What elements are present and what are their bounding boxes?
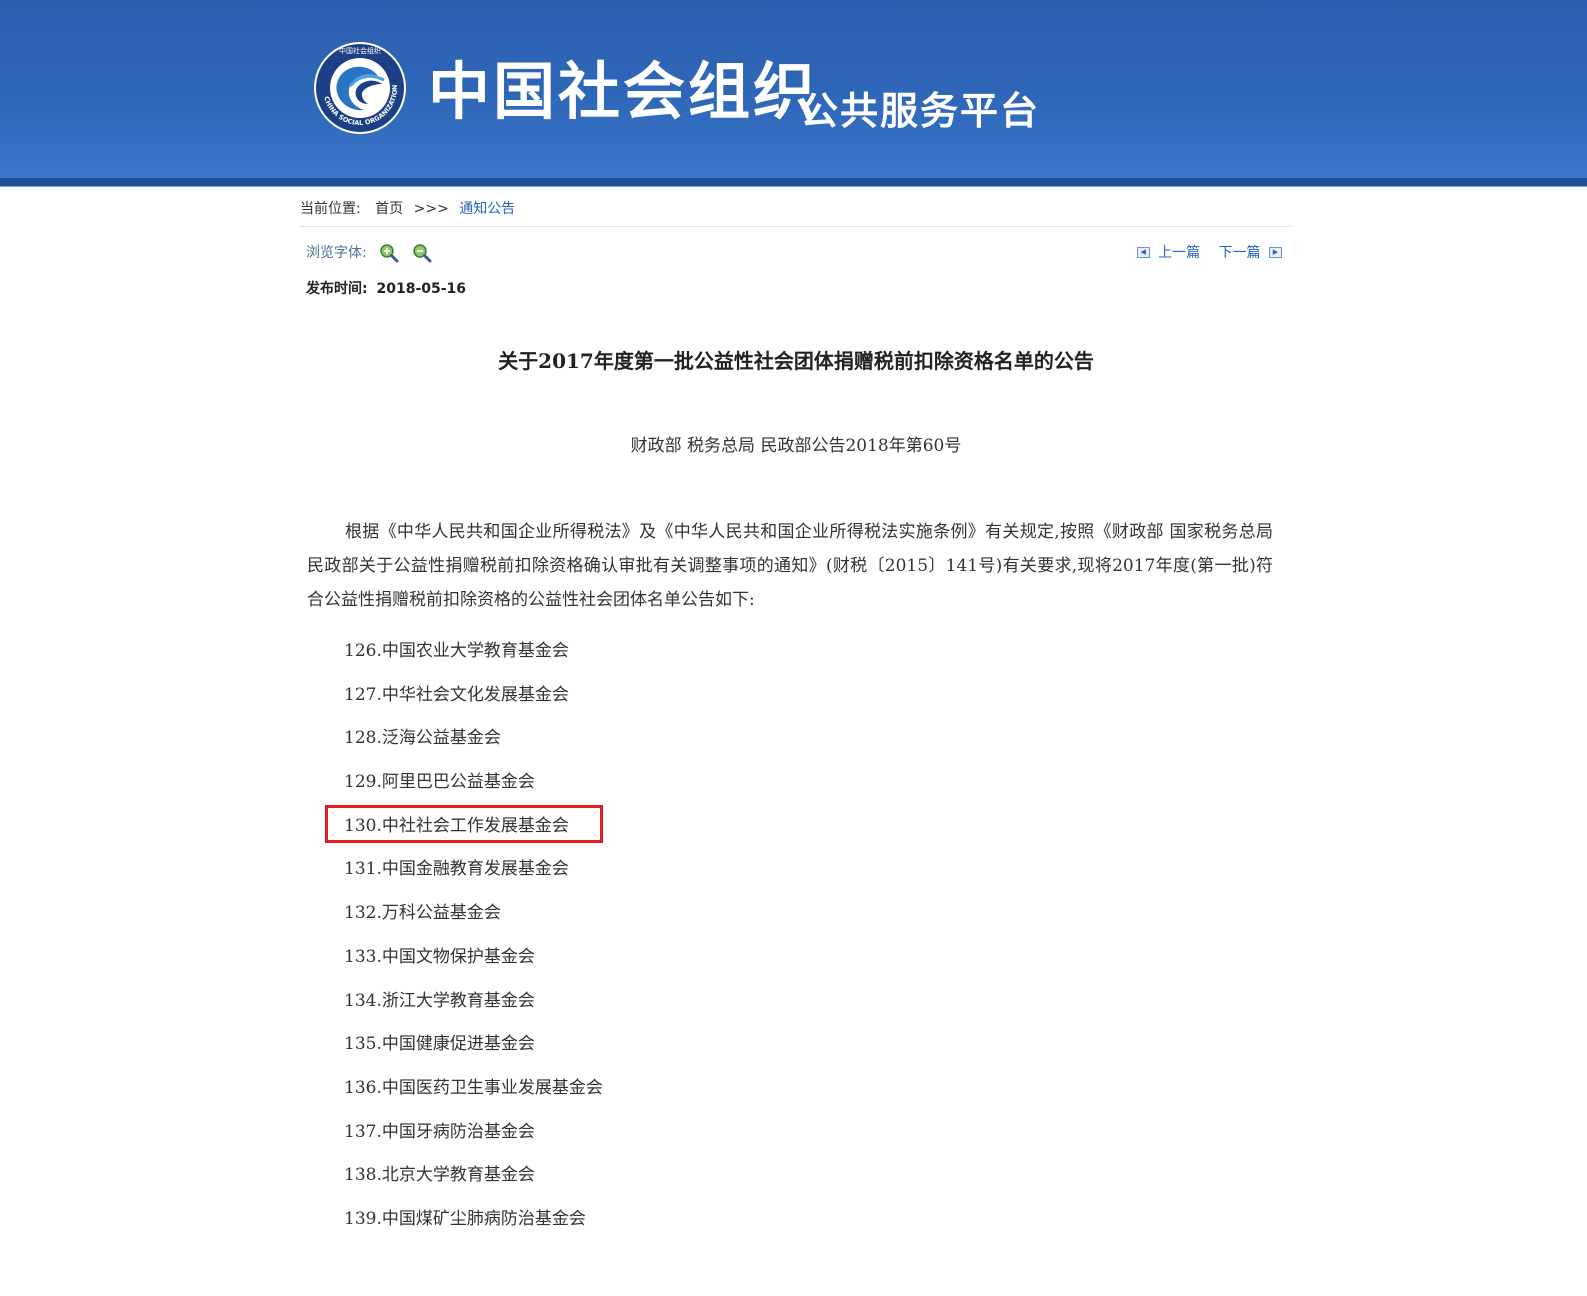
list-item: 137.中国牙病防治基金会	[344, 1121, 535, 1142]
prev-arrow-icon[interactable]: ◀	[1136, 246, 1150, 258]
list-item: 126.中国农业大学教育基金会	[344, 641, 569, 661]
article-title: 关于2017年度第一批公益性社会团体捐赠税前扣除资格名单的公告	[498, 349, 1094, 373]
list-item: 134.浙江大学教育基金会	[344, 990, 535, 1011]
list-item: 133.中国文物保护基金会	[344, 946, 535, 967]
breadcrumb-current-link[interactable]: 通知公告	[459, 201, 515, 217]
list-item: 131.中国金融教育发展基金会	[344, 859, 569, 880]
list-item: 128.泛海公益基金会	[344, 728, 501, 749]
organization-list: 126.中国农业大学教育基金会 127.中华社会文化发展基金会 128.泛海公益…	[344, 632, 603, 1244]
logo-arc-text: 中国社会组织	[339, 46, 381, 55]
next-article-link[interactable]: 下一篇	[1219, 245, 1261, 261]
china-social-organization-logo: CHINA SOCIAL ORGANIZATION 中国社会组织	[314, 42, 406, 134]
breadcrumb-home-link[interactable]: 首页	[375, 201, 403, 217]
brand-title: 中国社会组织	[428, 55, 819, 128]
publish-time-value: 2018-05-16	[376, 281, 467, 297]
list-item: 127.中华社会文化发展基金会	[344, 684, 569, 705]
zoom-in-icon[interactable]	[379, 243, 399, 263]
brand-subtitle: 公共服务平台	[800, 89, 1041, 133]
header-banner: CHINA SOCIAL ORGANIZATION 中国社会组织 中国社会组织 …	[0, 0, 1587, 178]
list-item: 132.万科公益基金会	[344, 903, 501, 924]
publish-time-label: 发布时间:	[306, 281, 368, 297]
font-size-label: 浏览字体:	[306, 245, 367, 261]
zoom-out-icon[interactable]	[412, 243, 432, 263]
breadcrumb-label: 当前位置:	[300, 201, 361, 217]
list-item: 138.北京大学教育基金会	[344, 1165, 535, 1186]
banner-divider	[0, 178, 1587, 187]
breadcrumb-separator: >>>	[413, 201, 449, 217]
list-item: 139.中国煤矿尘肺病防治基金会	[344, 1208, 586, 1229]
next-arrow-icon[interactable]: ▶	[1269, 246, 1282, 258]
article-intro: 根据《中华人民共和国企业所得税法》及《中华人民共和国企业所得税法实施条例》有关规…	[307, 522, 1273, 610]
article-pager: ◀ 上一篇 下一篇 ▶	[1136, 240, 1282, 266]
list-item: 136.中国医药卫生事业发展基金会	[344, 1077, 603, 1098]
list-item: 130.中社社会工作发展基金会	[344, 815, 569, 836]
publish-time: 发布时间: 2018-05-16	[306, 278, 466, 300]
list-item: 129.阿里巴巴公益基金会	[344, 772, 535, 793]
font-size-tools: 浏览字体:	[306, 240, 432, 266]
document-number: 财政部 税务总局 民政部公告2018年第60号	[630, 436, 962, 456]
breadcrumb: 当前位置: 首页 >>> 通知公告	[300, 196, 1292, 227]
prev-article-link[interactable]: 上一篇	[1158, 245, 1200, 261]
list-item: 135.中国健康促进基金会	[344, 1034, 535, 1055]
